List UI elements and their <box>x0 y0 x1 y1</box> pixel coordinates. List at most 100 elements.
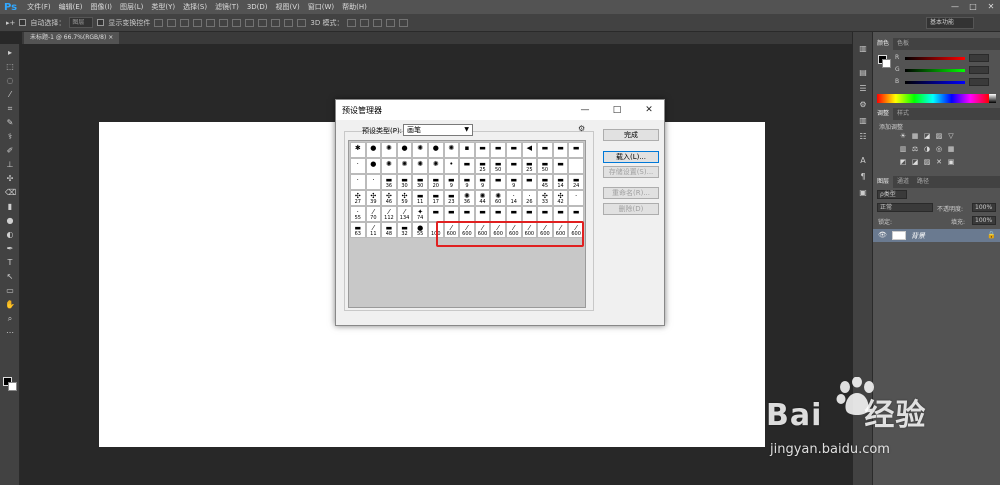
brush-preset-cell[interactable]: ▬ <box>474 142 491 158</box>
brush-preset-cell[interactable]: · <box>365 174 382 190</box>
menu-3d[interactable]: 3D(D) <box>243 3 272 11</box>
auto-select-checkbox[interactable] <box>19 19 27 26</box>
align-left-icon[interactable] <box>193 18 203 27</box>
preset-type-dropdown[interactable]: 画笔 ▼ <box>403 124 473 136</box>
blue-slider[interactable]: B <box>895 78 990 86</box>
zoom-tool-icon[interactable]: ⌕ <box>5 314 15 323</box>
brush-preset-cell[interactable]: ▬ 14 <box>552 174 569 190</box>
brush-preset-cell[interactable]: ▬ 25 <box>474 158 491 174</box>
history-brush-tool-icon[interactable]: ✣ <box>5 174 15 183</box>
gear-icon[interactable]: ⚙ <box>578 124 585 133</box>
tab-layers[interactable]: 图层 <box>873 176 894 188</box>
brush-preset-cell[interactable]: ▬ 45 <box>537 174 553 190</box>
3d-rotate-icon[interactable] <box>347 18 357 27</box>
brush-preset-cell[interactable]: ▬ 20 <box>428 174 444 190</box>
3d-slide-icon[interactable] <box>386 18 396 27</box>
brush-preset-cell[interactable]: ▬ 9 <box>459 174 475 190</box>
eyedropper-tool-icon[interactable]: ✎ <box>5 118 15 127</box>
gradient-tool-icon[interactable]: ▮ <box>5 202 15 211</box>
color-background-swatch[interactable] <box>882 59 891 68</box>
rectangle-tool-icon[interactable]: ▭ <box>5 286 15 295</box>
save-set-button[interactable]: 存储设置(S)... <box>603 166 659 178</box>
brush-preset-cell[interactable]: ✺ <box>412 142 428 158</box>
clone-stamp-tool-icon[interactable]: ⊥ <box>5 160 15 169</box>
brush-preset-cell[interactable]: ✺ <box>443 142 460 158</box>
blur-tool-icon[interactable]: ● <box>5 216 15 225</box>
levels-icon[interactable]: ▦ <box>911 132 919 140</box>
paragraph-panel-icon[interactable]: ¶ <box>858 172 868 181</box>
invert-icon[interactable]: ◩ <box>899 158 907 166</box>
brush-preset-cell[interactable]: ✺ 44 <box>474 190 491 206</box>
brush-preset-cell[interactable]: ▬ <box>521 206 538 222</box>
crop-tool-icon[interactable]: ⌗ <box>5 104 15 113</box>
properties-panel-icon[interactable]: ☰ <box>858 84 868 93</box>
brush-preset-cell[interactable]: ▬ <box>490 206 506 222</box>
maximize-icon[interactable]: □ <box>964 0 982 14</box>
color-spectrum[interactable] <box>877 94 989 103</box>
red-bar[interactable] <box>905 57 965 60</box>
workspace-dropdown[interactable]: 基本功能 <box>926 17 974 29</box>
menu-type[interactable]: 类型(Y) <box>147 2 179 12</box>
brightness-icon[interactable]: ☀ <box>899 132 907 140</box>
curves-icon[interactable]: ◪ <box>923 132 931 140</box>
brush-preset-cell[interactable]: ● <box>365 158 382 174</box>
brush-preset-cell[interactable]: · 55 <box>350 206 366 222</box>
quick-select-tool-icon[interactable]: ⁄ <box>5 90 15 99</box>
type-tool-icon[interactable]: T <box>5 258 15 267</box>
brush-preset-cell[interactable]: ▬ <box>490 174 506 190</box>
brush-preset-cell[interactable]: ✣ 42 <box>552 190 569 206</box>
menu-window[interactable]: 窗口(W) <box>304 2 338 12</box>
brush-preset-cell[interactable]: ⁄ 11 <box>365 222 382 238</box>
actions-panel-icon[interactable]: ▤ <box>858 68 868 77</box>
clone-source-panel-icon[interactable]: ☷ <box>858 132 868 141</box>
distribute-bottom-icon[interactable] <box>258 18 268 27</box>
brush-preset-cell[interactable]: · <box>350 158 366 174</box>
brush-preset-cell[interactable]: ▬ <box>443 206 460 222</box>
brush-preset-cell[interactable]: ✣ 46 <box>381 190 397 206</box>
fill-input[interactable]: 100% <box>972 216 996 225</box>
move-tool-icon[interactable]: ▸+ <box>6 19 15 27</box>
brush-preset-cell[interactable]: ✦ 74 <box>412 206 428 222</box>
minimize-icon[interactable]: — <box>946 0 964 14</box>
distribute-center-icon[interactable] <box>284 18 294 27</box>
blue-bar[interactable] <box>905 81 965 84</box>
brush-preset-cell[interactable]: ✺ 36 <box>459 190 475 206</box>
brush-preset-cell[interactable]: ▬ <box>537 142 553 158</box>
brush-preset-cell[interactable]: ✣ 27 <box>350 190 366 206</box>
menu-file[interactable]: 文件(F) <box>23 2 55 12</box>
selective-color-icon[interactable]: ✕ <box>935 158 943 166</box>
character-panel-icon[interactable]: A <box>858 156 868 165</box>
opacity-input[interactable]: 100% <box>972 203 996 212</box>
layer-filter-dropdown[interactable]: ρ类型 <box>877 190 907 199</box>
dodge-tool-icon[interactable]: ◐ <box>5 230 15 239</box>
gradient-map-icon[interactable]: ▣ <box>947 158 955 166</box>
brush-preset-cell[interactable]: ✣ 59 <box>396 190 413 206</box>
color-spectrum-grayscale[interactable] <box>989 94 996 103</box>
brush-preset-cell[interactable]: ▪ <box>459 142 475 158</box>
brush-preset-cell[interactable]: ▬ <box>568 206 584 222</box>
brush-preset-cell[interactable]: ✣ 39 <box>365 190 382 206</box>
brush-preset-cell[interactable]: ▬ <box>474 206 491 222</box>
brush-preset-cell[interactable]: ▬ 30 <box>412 174 428 190</box>
tab-styles[interactable]: 样式 <box>893 108 913 120</box>
menu-view[interactable]: 视图(V) <box>272 2 304 12</box>
history-panel-icon[interactable]: ▥ <box>858 44 868 53</box>
dialog-close-icon[interactable]: ✕ <box>634 102 664 118</box>
load-button[interactable]: 载入(L)... <box>603 151 659 163</box>
brush-preset-cell[interactable]: ✺ <box>381 158 397 174</box>
brush-preset-cell[interactable]: ⁄ 134 <box>396 206 413 222</box>
hand-tool-icon[interactable]: ✋ <box>5 300 15 309</box>
brush-preset-cell[interactable]: ▬ 50 <box>537 158 553 174</box>
brush-presets-panel-icon[interactable]: ▥ <box>858 116 868 125</box>
color-balance-icon[interactable]: ⚖ <box>911 145 919 153</box>
brush-preset-cell[interactable]: ▬ <box>506 206 522 222</box>
3d-drag-icon[interactable] <box>373 18 383 27</box>
green-bar[interactable] <box>905 69 965 72</box>
brush-panel-icon[interactable]: ⚙ <box>858 100 868 109</box>
align-center-icon[interactable] <box>206 18 216 27</box>
vibrance-icon[interactable]: ▽ <box>947 132 955 140</box>
brush-preset-cell[interactable]: ⁄ 112 <box>381 206 397 222</box>
close-icon[interactable]: ✕ <box>982 0 1000 14</box>
done-button[interactable]: 完成 <box>603 129 659 141</box>
dialog-maximize-icon[interactable]: □ <box>602 102 632 118</box>
